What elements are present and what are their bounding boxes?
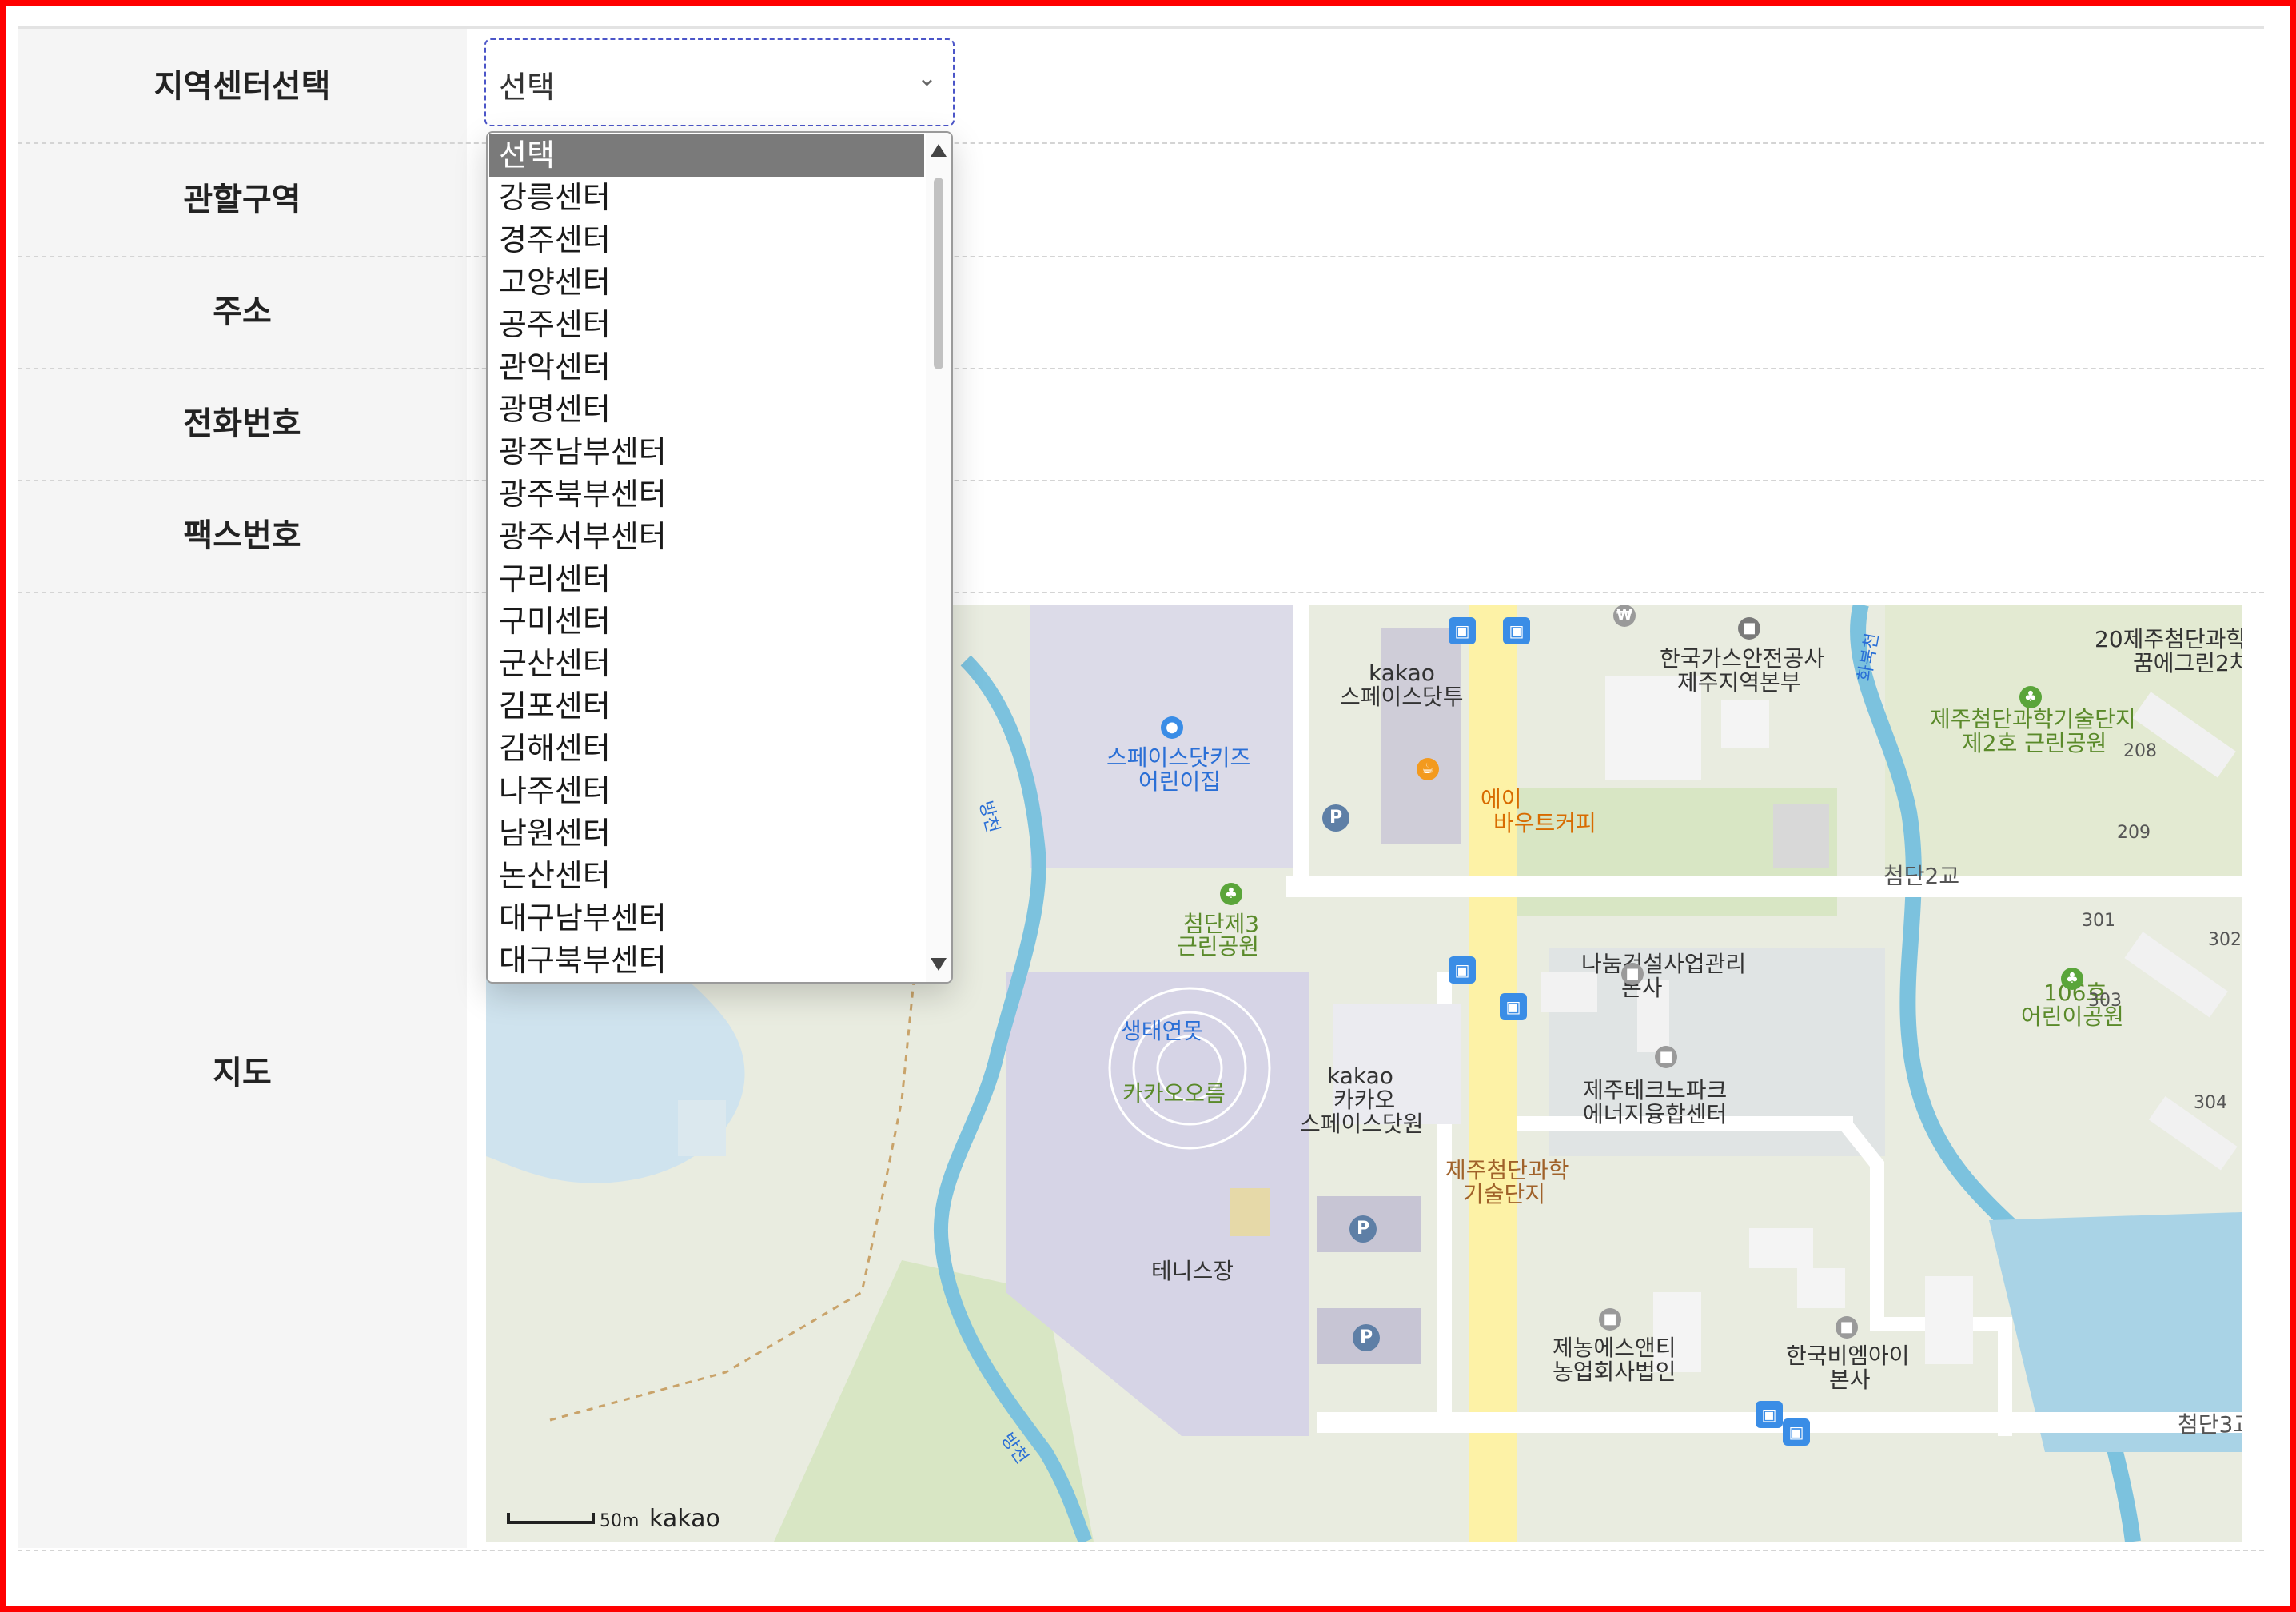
map-label[interactable]: 제주지역본부 [1677, 670, 1801, 696]
option-gwanak[interactable]: 관악센터 [489, 346, 924, 389]
scale-bar-icon [507, 1513, 595, 1524]
daycare-icon[interactable]: ● [1161, 716, 1183, 739]
option-gyeongju[interactable]: 경주센터 [489, 219, 924, 261]
bus-stop-icon[interactable]: ▣ [1449, 956, 1476, 984]
scrollbar-thumb[interactable] [934, 178, 943, 369]
bus-stop-icon[interactable]: ▣ [1449, 617, 1476, 644]
option-daegu-north[interactable]: 대구북부센터 [489, 940, 924, 982]
map-label[interactable]: 한국가스안전공사 [1660, 646, 1824, 672]
map-label[interactable]: 제주첨단과학 [1445, 1158, 1569, 1183]
building-icon[interactable]: ■ [1621, 963, 1644, 985]
map-label[interactable]: 스페이스닷키즈 [1106, 745, 1250, 771]
map-label[interactable]: 제주테크노파크 [1583, 1078, 1727, 1103]
map-label[interactable]: 농업회사법인 [1553, 1359, 1676, 1385]
bus-stop-icon[interactable]: ▣ [1783, 1418, 1810, 1446]
scroll-down-arrow-icon[interactable] [931, 958, 947, 971]
map-label[interactable]: 제2호 근린공원 [1962, 731, 2107, 756]
map-label: 302 [2208, 930, 2242, 950]
option-gangneung[interactable]: 강릉센터 [489, 177, 924, 219]
map-label[interactable]: 스페이스닷투 [1340, 684, 1464, 710]
label-phone: 전화번호 [183, 405, 301, 442]
building-icon[interactable]: ■ [1738, 617, 1760, 640]
park-icon[interactable]: ♣ [2019, 686, 2042, 708]
label-region-center: 지역센터선택 [153, 68, 331, 105]
map-label[interactable]: 첨단2교 [1883, 864, 1959, 889]
row-divider [18, 480, 2264, 481]
option-gunsan[interactable]: 군산센터 [489, 643, 924, 685]
option-gwangju-west[interactable]: 광주서부센터 [489, 516, 924, 558]
park-icon[interactable]: ♣ [1220, 883, 1242, 905]
select-value: 선택 [499, 70, 555, 105]
option-gumi[interactable]: 구미센터 [489, 601, 924, 643]
building-icon[interactable]: ■ [1836, 1316, 1858, 1339]
label-jurisdiction: 관할구역 [183, 182, 301, 218]
label-address: 주소 [213, 293, 272, 330]
parking-icon[interactable]: P [1322, 804, 1349, 832]
map-label[interactable]: 나눔건설사업관리 [1581, 952, 1746, 977]
map-label: 304 [2194, 1093, 2227, 1113]
map-label: 209 [2117, 823, 2151, 843]
building-icon[interactable]: ■ [1599, 1308, 1621, 1331]
map-label[interactable]: 근린공원 [1177, 934, 1259, 960]
scale-label: 50m [600, 1511, 640, 1531]
option-nonsan[interactable]: 논산센터 [489, 855, 924, 897]
row-divider [18, 256, 2264, 257]
map-label: 303 [2088, 991, 2122, 1011]
option-gimhae[interactable]: 김해센터 [489, 728, 924, 770]
parking-icon[interactable]: P [1349, 1215, 1377, 1243]
option-namwon[interactable]: 남원센터 [489, 812, 924, 855]
parking-icon[interactable]: P [1353, 1324, 1380, 1351]
bus-stop-icon[interactable]: ▣ [1500, 993, 1527, 1020]
map-label[interactable]: 에너지융합센터 [1583, 1102, 1727, 1127]
map-label: 301 [2082, 911, 2115, 931]
map-label[interactable]: 스페이스닷원 [1300, 1111, 1424, 1137]
map-label[interactable]: 생태연못 [1121, 1019, 1203, 1044]
option-daegu-south[interactable]: 대구남부센터 [489, 897, 924, 940]
map-label[interactable]: 어린이집 [1138, 769, 1221, 795]
option-gongju[interactable]: 공주센터 [489, 304, 924, 346]
map-label[interactable]: kakao [1327, 1063, 1393, 1089]
option-goyang[interactable]: 고양센터 [489, 261, 924, 304]
map-label[interactable]: kakao [1369, 660, 1435, 686]
bus-stop-icon[interactable]: ▣ [1503, 617, 1530, 644]
option-gwangju-north[interactable]: 광주북부센터 [489, 473, 924, 516]
option-gwangmyeong[interactable]: 광명센터 [489, 389, 924, 431]
building-icon[interactable]: ■ [1655, 1046, 1677, 1068]
map-label: 208 [2123, 741, 2157, 761]
map-label[interactable]: 제농에스앤티 [1553, 1335, 1676, 1361]
map-label[interactable]: 카카오오름 [1122, 1081, 1226, 1107]
label-fax: 팩스번호 [183, 517, 301, 554]
atm-icon[interactable]: ₩ [1613, 604, 1636, 627]
map-label[interactable]: 바우트커피 [1493, 811, 1596, 836]
park-icon[interactable]: ♣ [2061, 968, 2083, 990]
map-label[interactable]: 기술단지 [1463, 1182, 1545, 1207]
option-naju[interactable]: 나주센터 [489, 770, 924, 812]
row-divider [18, 142, 2264, 144]
bus-stop-icon[interactable]: ▣ [1756, 1401, 1783, 1428]
map-label[interactable]: 꿈에그린2차 [2133, 651, 2242, 676]
map-label[interactable]: 20제주첨단과학 [2095, 627, 2242, 652]
chevron-down-icon: ⌄ [916, 64, 937, 92]
kakao-logo: kakao [649, 1505, 720, 1533]
dropdown-scrollbar[interactable] [926, 133, 951, 982]
region-center-select[interactable]: 선택 ⌄ [484, 38, 955, 126]
label-map: 지도 [213, 1055, 272, 1091]
option-gimpo[interactable]: 김포센터 [489, 685, 924, 728]
row-divider [18, 368, 2264, 369]
option-guri[interactable]: 구리센터 [489, 558, 924, 601]
map-label[interactable]: 테니스장 [1151, 1259, 1234, 1284]
scroll-up-arrow-icon[interactable] [931, 144, 947, 157]
row-divider [18, 1550, 2264, 1551]
map-label[interactable]: 첨단3교 [2178, 1412, 2242, 1438]
map-label[interactable]: 에이 [1481, 787, 1522, 812]
option-select[interactable]: 선택 [489, 134, 924, 177]
row-divider [18, 592, 2264, 593]
option-gwangju-south[interactable]: 광주남부센터 [489, 431, 924, 473]
map-label[interactable]: 카카오 [1333, 1087, 1395, 1113]
map-label[interactable]: 한국비엠아이 [1786, 1343, 1910, 1369]
region-center-dropdown[interactable]: 선택 강릉센터 경주센터 고양센터 공주센터 관악센터 광명센터 광주남부센터 … [486, 131, 953, 984]
cafe-icon[interactable]: ☕ [1417, 758, 1439, 780]
map-label[interactable]: 본사 [1829, 1367, 1871, 1393]
map-label[interactable]: 제주첨단과학기술단지 [1930, 707, 2136, 732]
